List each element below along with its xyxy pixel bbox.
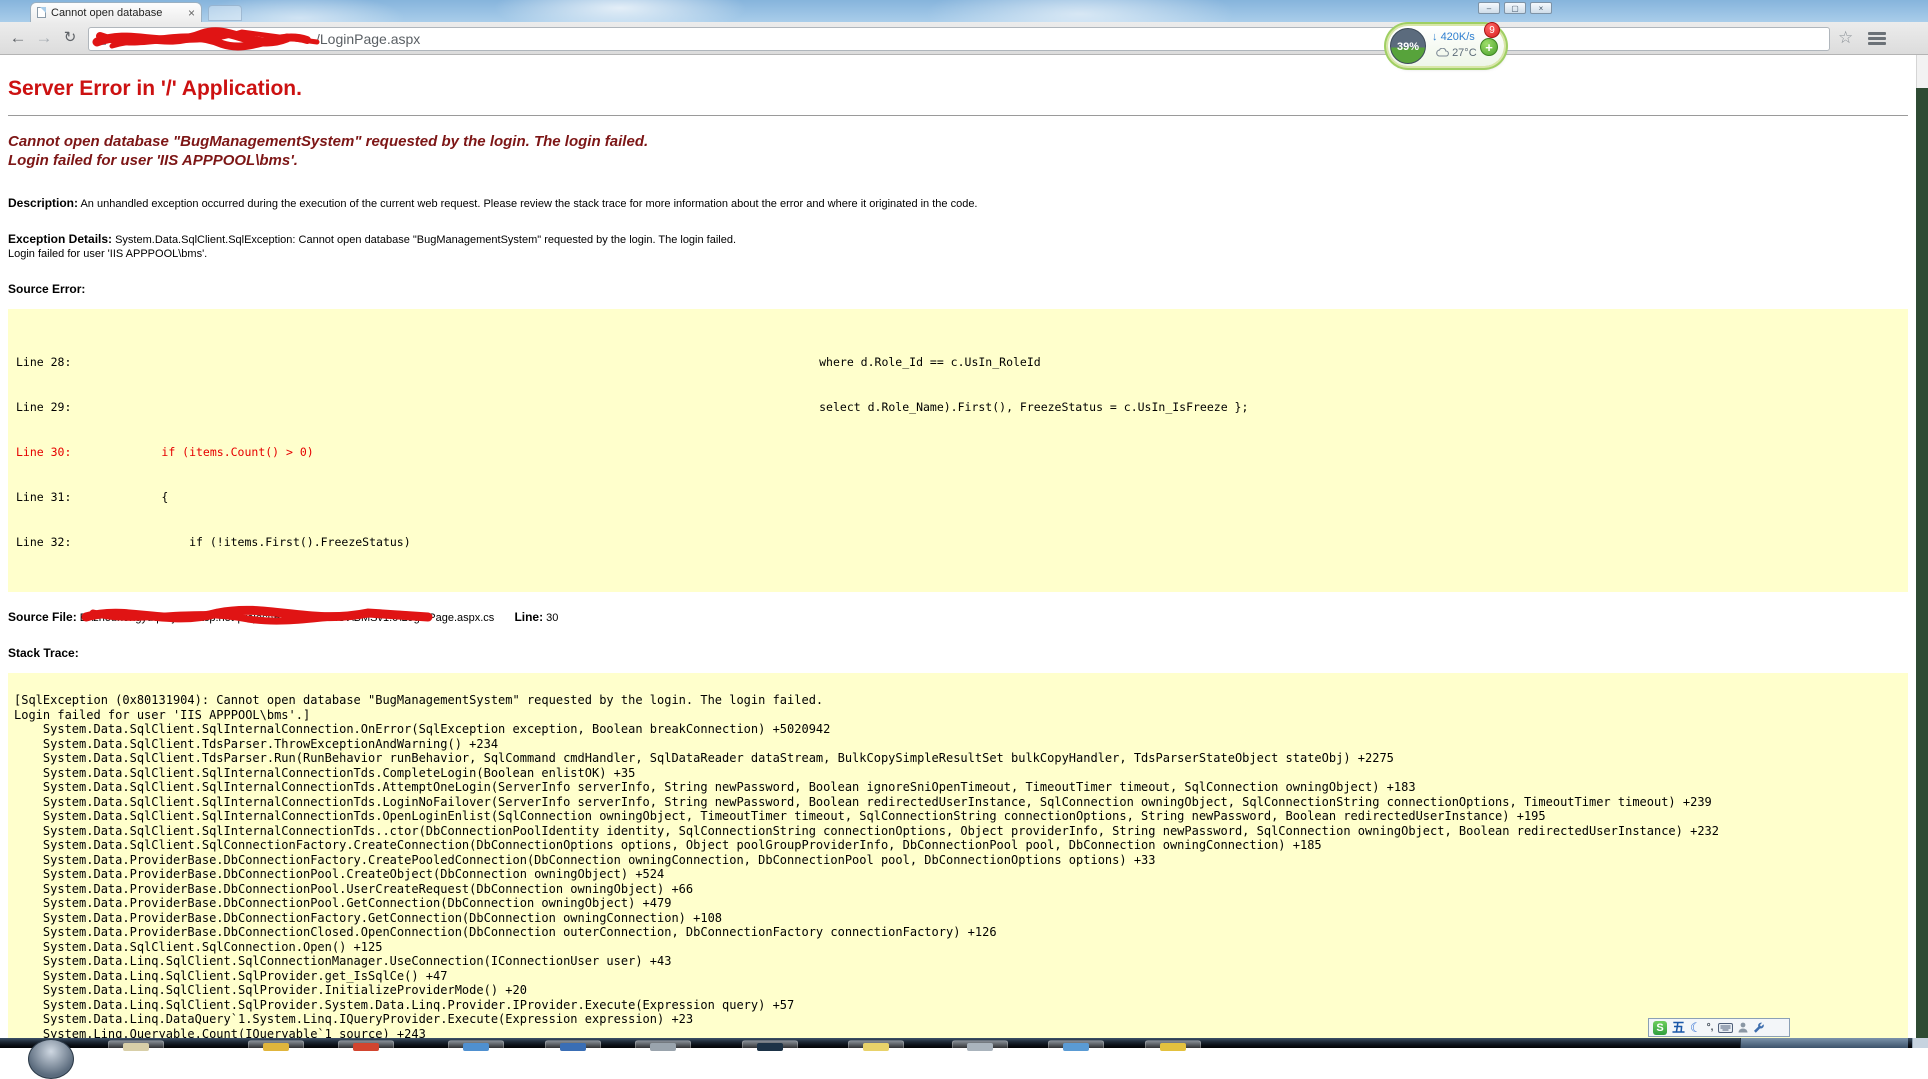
tab-close-icon[interactable]: × [188, 8, 195, 18]
system-tray [1740, 1038, 1908, 1048]
bookmark-star-icon[interactable]: ☆ [1838, 28, 1853, 48]
line-number: 30 [546, 612, 558, 624]
notification-badge[interactable]: 9 [1484, 22, 1500, 38]
moon-icon[interactable]: ☾ [1690, 1021, 1702, 1035]
url-path-text: /LoginPage.aspx [316, 31, 420, 47]
url-bar[interactable]: /LoginPage.aspx [88, 27, 1830, 51]
taskbar-item[interactable] [742, 1040, 798, 1052]
source-code-line: Line 29: select d.Role_Name).First(), Fr… [16, 400, 1900, 415]
taskbar-item[interactable] [448, 1040, 504, 1052]
cloud-icon [1436, 48, 1449, 57]
taskbar-item[interactable] [635, 1040, 691, 1052]
close-button[interactable]: × [1530, 2, 1552, 14]
widget-plus-icon[interactable]: + [1480, 38, 1498, 56]
browser-titlebar: Cannot open database × – ▢ × [0, 0, 1928, 22]
speed-widget[interactable]: 39% ↓ 420K/s 27°C 9 + [1388, 26, 1504, 66]
url-doc-icon [97, 34, 106, 45]
source-code-line: Line 31: { [16, 490, 1900, 505]
widget-temperature: 27°C [1452, 47, 1477, 59]
start-button[interactable] [28, 1039, 74, 1079]
taskbar [0, 1038, 1928, 1048]
window-controls: – ▢ × [1478, 2, 1552, 14]
scrollbar[interactable] [1916, 55, 1928, 88]
divider [8, 115, 1908, 116]
description: Description: An unhandled exception occu… [8, 196, 1908, 211]
show-desktop-button[interactable] [1912, 1038, 1928, 1048]
wrench-icon[interactable] [1753, 1022, 1765, 1034]
taskbar-item[interactable] [1048, 1040, 1104, 1052]
widget-progress: 39% [1390, 28, 1426, 64]
url-redacted-area [112, 32, 310, 46]
taskbar-item[interactable] [338, 1040, 394, 1052]
forward-icon[interactable]: → [32, 26, 56, 50]
error-message: Cannot open database "BugManagementSyste… [8, 132, 1908, 170]
punctuation-icon[interactable]: °, [1707, 1022, 1714, 1033]
description-label: Description: [8, 196, 78, 210]
exception-details: Exception Details: System.Data.SqlClient… [8, 232, 1908, 261]
ime-mode-glyph[interactable]: 五 [1672, 1021, 1685, 1035]
taskbar-item[interactable] [848, 1040, 904, 1052]
source-code-line-highlighted: Line 30: if (items.Count() > 0) [16, 445, 1900, 460]
description-text: An unhandled exception occurred during t… [80, 198, 977, 210]
download-arrow-icon: ↓ [1432, 31, 1438, 43]
browser-toolbar: ← → ↻ /LoginPage.aspx ☆ [0, 22, 1928, 55]
user-icon[interactable] [1738, 1022, 1748, 1033]
stack-trace-box: [SqlException (0x80131904): Cannot open … [8, 673, 1908, 1038]
reload-icon[interactable]: ↻ [58, 26, 82, 50]
tab-title: Cannot open database [51, 7, 183, 19]
back-icon[interactable]: ← [6, 26, 30, 50]
widget-speed-value: 420K/s [1441, 31, 1475, 43]
exception-text-line2: Login failed for user 'IIS APPPOOL\bms'. [8, 248, 207, 260]
error-page: Server Error in '/' Application. Cannot … [0, 55, 1916, 1038]
taskbar-item[interactable] [545, 1040, 601, 1052]
menu-hamburger-icon[interactable] [1868, 32, 1886, 45]
minimize-button[interactable]: – [1478, 2, 1500, 14]
taskbar-item[interactable] [1145, 1040, 1201, 1052]
taskbar-item[interactable] [108, 1040, 164, 1052]
right-edge-strip [1916, 88, 1928, 1038]
stack-trace-label: Stack Trace: [8, 646, 1908, 660]
source-file-line: Source File: E:\zhouhongyu\projects\asp.… [8, 610, 1908, 624]
exception-label: Exception Details: [8, 232, 112, 246]
new-tab-button[interactable] [208, 5, 242, 21]
page-title: Server Error in '/' Application. [8, 77, 1908, 101]
error-message-line1: Cannot open database "BugManagementSyste… [8, 132, 1908, 151]
exception-text-line1: System.Data.SqlClient.SqlException: Cann… [115, 234, 736, 246]
maximize-button[interactable]: ▢ [1504, 2, 1526, 14]
browser-tab[interactable]: Cannot open database × [30, 2, 202, 22]
source-file-label: Source File: [8, 610, 77, 624]
ime-language-bar: S 五 ☾ °, [1648, 1018, 1790, 1037]
error-message-line2: Login failed for user 'IIS APPPOOL\bms'. [8, 151, 1908, 170]
source-code-line: Line 28: where d.Role_Id == c.UsIn_RoleI… [16, 355, 1900, 370]
source-error-box: Line 28: where d.Role_Id == c.UsIn_RoleI… [8, 309, 1908, 592]
keyboard-icon[interactable] [1718, 1023, 1733, 1033]
sogou-logo-icon[interactable]: S [1653, 1021, 1667, 1035]
source-file-path: E:\zhouhongyu\projects\asp.net-project\B… [80, 612, 495, 624]
taskbar-item[interactable] [248, 1040, 304, 1052]
source-error-label: Source Error: [8, 282, 1908, 296]
page-doc-icon [37, 7, 46, 18]
taskbar-item[interactable] [952, 1040, 1008, 1052]
source-code-line: Line 32: if (!items.First().FreezeStatus… [16, 535, 1900, 550]
line-label: Line: [514, 610, 543, 624]
